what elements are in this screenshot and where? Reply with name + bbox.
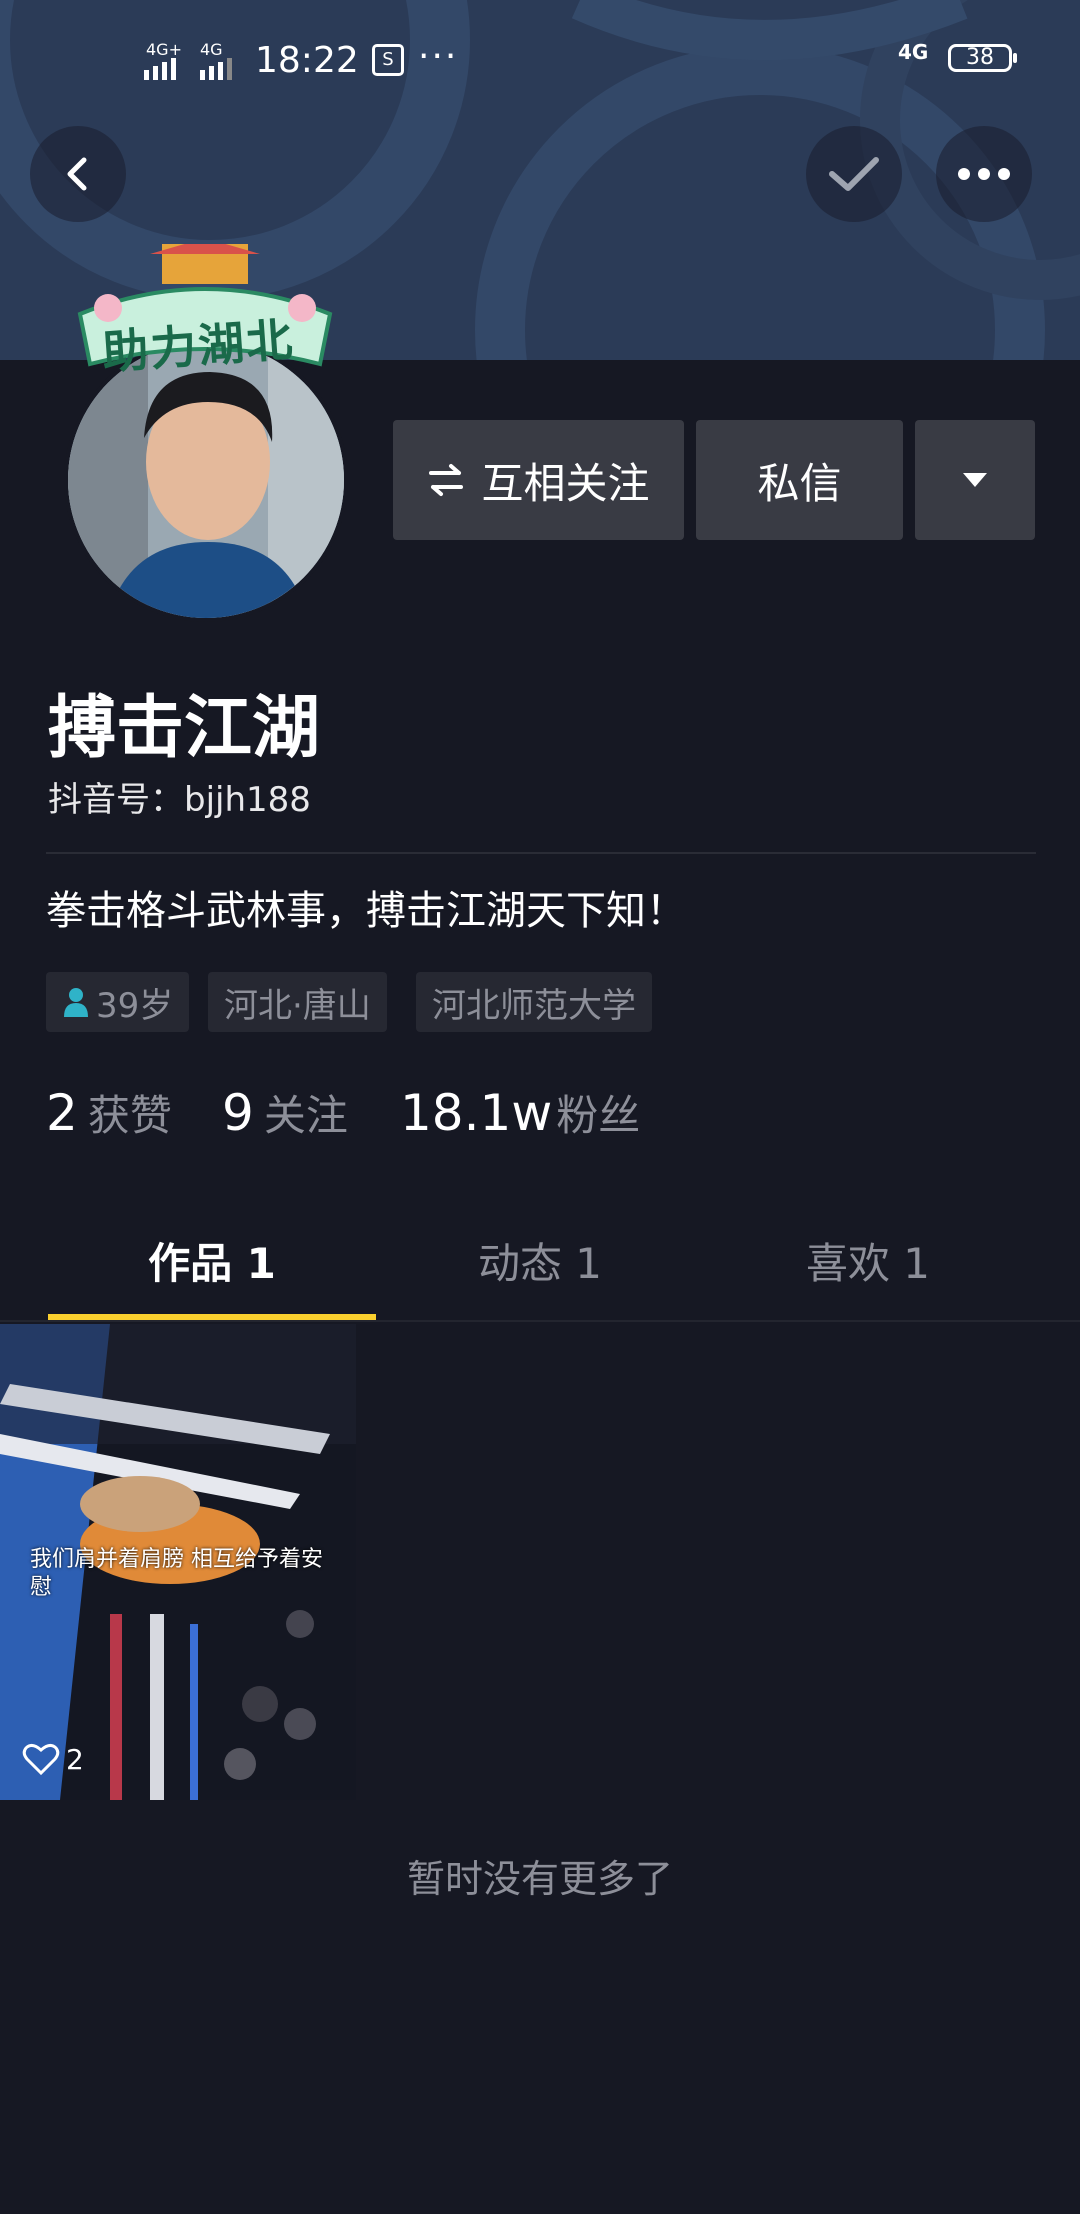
clock: 18:22	[255, 40, 359, 81]
video-thumbnail[interactable]: 我们肩并着肩膀 相互给予着安慰 2	[0, 1324, 356, 1800]
divider	[46, 852, 1036, 854]
app-notification-icon: S	[372, 44, 404, 76]
recommend-dropdown-button[interactable]	[915, 420, 1035, 540]
triangle-down-icon	[963, 473, 987, 487]
followers-stat[interactable]: 18.1w粉丝	[400, 1082, 640, 1143]
location-tag: 河北·唐山	[208, 972, 387, 1032]
followers-count: 18.1w	[400, 1084, 553, 1142]
likes-label: 获赞	[87, 1091, 172, 1140]
video-likes: 2	[22, 1742, 84, 1776]
check-button[interactable]	[806, 126, 902, 222]
check-icon	[829, 157, 879, 191]
bio: 拳击格斗武林事，搏击江湖天下知！	[46, 888, 686, 934]
followers-label: 粉丝	[556, 1091, 641, 1140]
network-type: 4G	[898, 40, 929, 64]
mutual-follow-button[interactable]: 互相关注	[393, 420, 684, 540]
location-tag-label: 河北·唐山	[224, 985, 371, 1026]
tab-likes[interactable]: 喜欢 1	[718, 1230, 1018, 1291]
school-tag-label: 河北师范大学	[432, 985, 636, 1026]
battery-icon: 38	[948, 44, 1017, 72]
likes-count: 2	[46, 1084, 78, 1142]
person-icon	[64, 988, 88, 1017]
signal-bars-icon	[144, 58, 176, 80]
following-count: 9	[222, 1084, 254, 1142]
badge-text: 助力湖北	[100, 312, 296, 380]
avatar-area[interactable]: 助力湖北	[60, 238, 350, 622]
following-stat[interactable]: 9 关注	[222, 1082, 348, 1143]
battery-level: 38	[966, 45, 994, 70]
age-tag-label: 39岁	[96, 985, 174, 1026]
douyin-id[interactable]: 抖音号：bjjh188	[48, 772, 311, 821]
event-badge: 助力湖北	[70, 244, 340, 380]
more-options-button[interactable]	[936, 126, 1032, 222]
age-tag: 39岁	[46, 972, 190, 1032]
no-more-content: 暂时没有更多了	[406, 1857, 673, 1901]
message-label: 私信	[757, 458, 842, 508]
nickname: 搏击江湖	[48, 689, 321, 768]
video-caption: 我们肩并着肩膀 相互给予着安慰	[30, 1547, 323, 1600]
tab-divider	[0, 1320, 1080, 1322]
ellipsis-icon	[958, 168, 1010, 180]
swap-arrows-icon	[429, 464, 464, 496]
back-button[interactable]	[30, 126, 126, 222]
following-label: 关注	[263, 1091, 348, 1140]
status-bar: 4G+ 4G 18:22 S ··· 4G 38	[0, 30, 1080, 90]
message-button[interactable]: 私信	[696, 420, 903, 540]
school-tag: 河北师范大学	[416, 972, 652, 1032]
heart-icon	[22, 1743, 60, 1776]
mutual-follow-label: 互相关注	[481, 458, 650, 508]
chevron-left-icon	[67, 157, 87, 191]
signal-bars-icon-2	[200, 58, 232, 80]
video-likes-count: 2	[66, 1742, 84, 1776]
likes-stat: 2 获赞	[46, 1082, 172, 1143]
tab-works[interactable]: 作品 1	[62, 1230, 362, 1291]
tab-posts[interactable]: 动态 1	[390, 1230, 690, 1291]
notification-more-icon: ···	[418, 36, 459, 77]
